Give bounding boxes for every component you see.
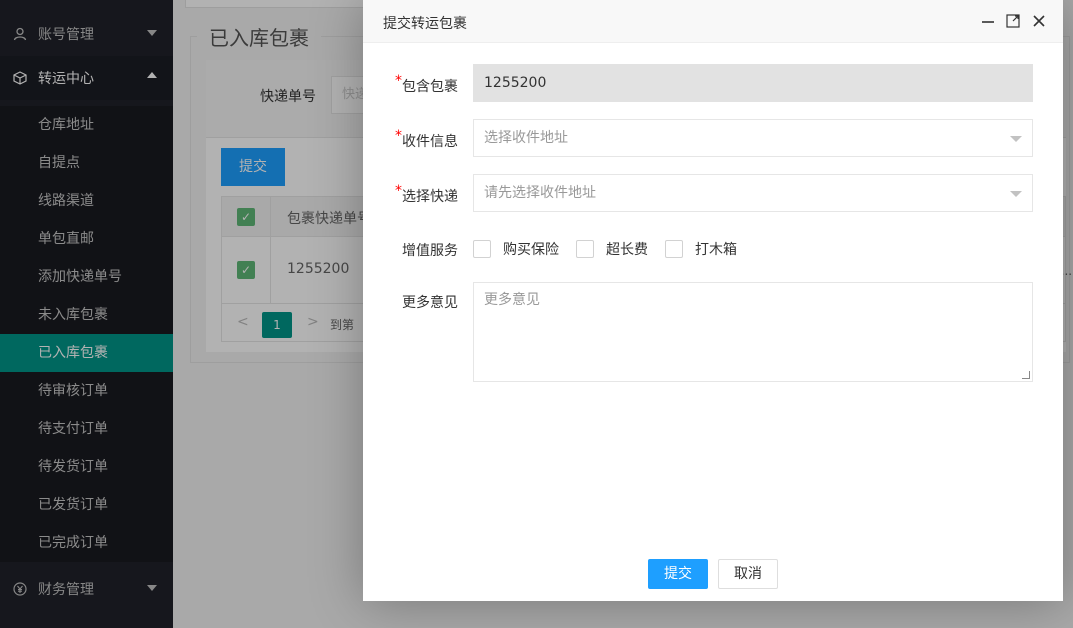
resize-handle-icon[interactable]: [1022, 371, 1030, 379]
checkbox-label: 打木箱: [695, 242, 737, 258]
checkbox-insurance[interactable]: 购买保险: [473, 239, 559, 259]
checkbox-label: 超长费: [606, 242, 648, 258]
packages-label: 包含包裹: [402, 79, 458, 95]
checkbox-wooden-crate[interactable]: 打木箱: [665, 239, 737, 259]
dialog-header: 提交转运包裹: [363, 0, 1063, 43]
checkbox-box[interactable]: [665, 240, 683, 258]
checkbox-oversize[interactable]: 超长费: [576, 239, 648, 259]
chevron-down-icon: [1010, 191, 1022, 197]
recipient-select[interactable]: 选择收件地址: [473, 119, 1033, 157]
submit-transfer-dialog: 提交转运包裹 * 包含包裹 1255200 * 收件信息 选择收件地址 * 选择…: [363, 0, 1063, 601]
remarks-textarea[interactable]: 更多意见: [473, 282, 1033, 382]
recipient-placeholder: 选择收件地址: [484, 130, 568, 146]
packages-field: 1255200: [473, 64, 1033, 102]
dialog-title: 提交转运包裹: [383, 16, 467, 32]
maximize-icon[interactable]: [1004, 12, 1022, 30]
courier-placeholder: 请先选择收件地址: [484, 185, 596, 201]
form-row-packages: * 包含包裹 1255200: [363, 64, 1063, 102]
form-row-courier: * 选择快递 请先选择收件地址: [363, 174, 1063, 212]
remarks-label: 更多意见: [402, 295, 458, 311]
courier-label: 选择快递: [402, 189, 458, 205]
courier-select[interactable]: 请先选择收件地址: [473, 174, 1033, 212]
form-row-services: 增值服务 购买保险 超长费 打木箱: [363, 229, 1063, 267]
cancel-button[interactable]: 取消: [718, 559, 778, 589]
required-mark: *: [395, 183, 402, 199]
required-mark: *: [395, 128, 402, 144]
required-mark: *: [395, 73, 402, 89]
close-icon[interactable]: [1030, 12, 1048, 30]
form-row-remarks: 更多意见 更多意见: [363, 282, 1063, 382]
checkbox-label: 购买保险: [503, 242, 559, 258]
form-row-recipient: * 收件信息 选择收件地址: [363, 119, 1063, 157]
services-label: 增值服务: [402, 243, 458, 259]
checkbox-box[interactable]: [473, 240, 491, 258]
minimize-icon[interactable]: [979, 12, 997, 30]
checkbox-box[interactable]: [576, 240, 594, 258]
recipient-label: 收件信息: [402, 134, 458, 150]
chevron-down-icon: [1010, 136, 1022, 142]
remarks-placeholder: 更多意见: [484, 292, 540, 308]
submit-button[interactable]: 提交: [648, 559, 708, 589]
